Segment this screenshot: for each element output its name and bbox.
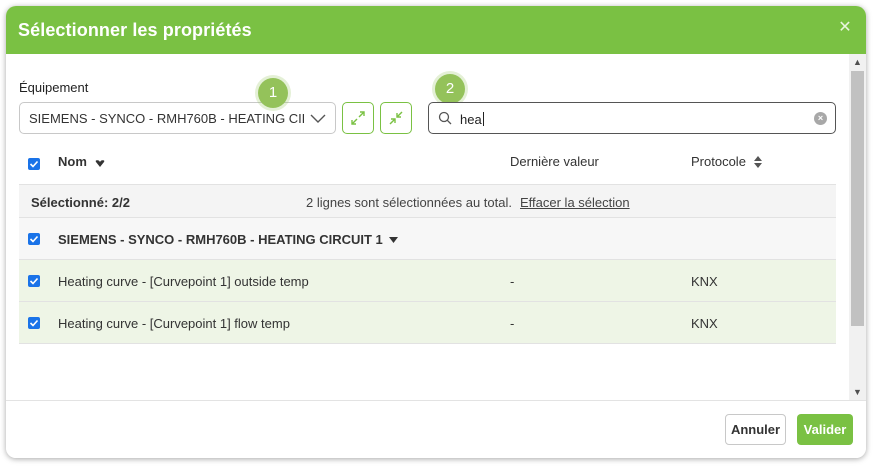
scroll-up-arrow[interactable]: ▲: [849, 54, 866, 70]
column-header-last-value[interactable]: Dernière valeur: [510, 154, 599, 169]
search-icon: [438, 111, 452, 125]
collapse-icon: [389, 111, 403, 125]
search-value: hea: [460, 112, 484, 127]
selection-count: Sélectionné: 2/2: [31, 195, 130, 210]
column-header-protocol[interactable]: Protocole: [691, 154, 762, 169]
group-row[interactable]: SIEMENS - SYNCO - RMH760B - HEATING CIRC…: [19, 218, 836, 260]
group-checkbox[interactable]: [28, 233, 40, 245]
close-icon[interactable]: ✕: [836, 19, 854, 37]
row-last-value: -: [510, 274, 515, 289]
table-row[interactable]: Heating curve - [Curvepoint 1] outside t…: [19, 260, 836, 302]
select-properties-dialog: Sélectionner les propriétés ✕ ▲ ▼ Équipe…: [6, 6, 866, 458]
cancel-button[interactable]: Annuler: [725, 414, 786, 445]
select-all-checkbox[interactable]: [28, 158, 40, 170]
checkbox-checked-icon: [29, 160, 39, 168]
collapse-button[interactable]: [380, 102, 412, 134]
equipment-selected-value: SIEMENS - SYNCO - RMH760B - HEATING CIRC…: [29, 111, 304, 126]
selection-message: 2 lignes sont sélectionnées au total.: [306, 195, 512, 210]
sort-both-icon[interactable]: [753, 156, 762, 168]
sort-down-icon[interactable]: [95, 159, 105, 168]
row-protocol: KNX: [691, 316, 718, 331]
clear-selection-link[interactable]: Effacer la sélection: [520, 195, 630, 210]
checkbox-checked-icon: [29, 277, 39, 285]
selection-summary-bar: Sélectionné: 2/2 2 lignes sont sélection…: [19, 184, 836, 218]
checkbox-checked-icon: [29, 235, 39, 243]
caret-down-icon: [389, 237, 399, 243]
group-label[interactable]: SIEMENS - SYNCO - RMH760B - HEATING CIRC…: [58, 232, 399, 247]
expand-button[interactable]: [342, 102, 374, 134]
row-checkbox[interactable]: [28, 317, 40, 329]
equipment-select[interactable]: SIEMENS - SYNCO - RMH760B - HEATING CIRC…: [19, 102, 336, 134]
row-name: Heating curve - [Curvepoint 1] flow temp: [58, 316, 290, 331]
column-header-name[interactable]: Nom: [58, 154, 105, 169]
expand-icon: [351, 111, 365, 125]
dialog-title: Sélectionner les propriétés: [18, 20, 252, 40]
clear-icon[interactable]: ×: [814, 112, 827, 125]
row-checkbox[interactable]: [28, 275, 40, 287]
checkbox-checked-icon: [29, 319, 39, 327]
row-protocol: KNX: [691, 274, 718, 289]
equipment-label: Équipement: [19, 80, 89, 95]
vertical-scrollbar[interactable]: ▲ ▼: [849, 54, 866, 400]
step-badge-2: 2: [435, 74, 465, 104]
table-row[interactable]: Heating curve - [Curvepoint 1] flow temp…: [19, 302, 836, 344]
scrollbar-thumb[interactable]: [851, 71, 864, 326]
search-input[interactable]: hea ×: [428, 102, 836, 134]
dialog-footer: Annuler Valider: [6, 400, 866, 458]
row-last-value: -: [510, 316, 515, 331]
dialog-header: Sélectionner les propriétés ✕: [6, 6, 866, 54]
table-header: Nom Dernière valeur Protocole: [19, 146, 836, 184]
scroll-down-arrow[interactable]: ▼: [849, 384, 866, 400]
chevron-down-icon: [310, 114, 326, 123]
confirm-button[interactable]: Valider: [797, 414, 853, 445]
row-name: Heating curve - [Curvepoint 1] outside t…: [58, 274, 309, 289]
step-badge-1: 1: [258, 78, 288, 108]
